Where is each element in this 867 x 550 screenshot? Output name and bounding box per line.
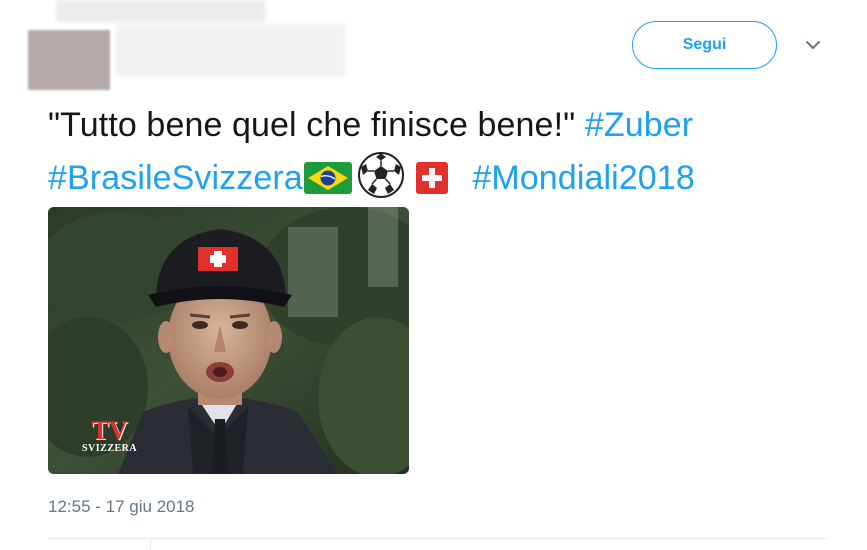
chevron-down-icon[interactable] (804, 38, 822, 52)
hashtag-link[interactable]: #Zuber (585, 106, 693, 144)
logo-svizzera: SVIZZERA (82, 443, 138, 454)
tweet-text: "Tutto bene quel che finisce bene!" #Zub… (48, 100, 838, 210)
divider (48, 538, 828, 539)
follow-button[interactable]: Segui (632, 21, 777, 69)
brazil-flag-icon (303, 159, 353, 210)
tweet-timestamp[interactable]: 12:55 - 17 giu 2018 (48, 497, 195, 517)
tv-svizzera-logo: TV SVIZZERA (82, 416, 138, 455)
swiss-flag-icon (415, 159, 449, 210)
soccer-ball-icon (357, 151, 405, 210)
divider-tick (150, 538, 151, 550)
hashtag-link[interactable]: #BrasileSvizzera (48, 159, 303, 197)
hashtag-link[interactable]: #Mondiali2018 (472, 159, 694, 197)
follow-button-label: Segui (682, 36, 727, 53)
redacted-handle-block (116, 24, 346, 76)
logo-tv: TV (91, 416, 128, 445)
redacted-name-block (56, 0, 266, 22)
tweet-quote: "Tutto bene quel che finisce bene!" (48, 106, 576, 144)
tweet-media-image[interactable]: TV SVIZZERA (48, 207, 409, 474)
avatar[interactable] (28, 30, 110, 90)
